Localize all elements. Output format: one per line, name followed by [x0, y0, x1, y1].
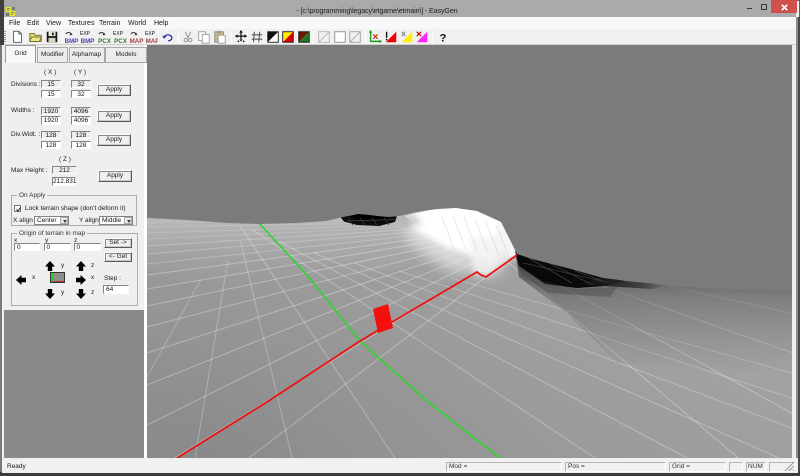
svg-text:BMP: BMP [65, 38, 79, 45]
svg-text:MAP: MAP [130, 38, 144, 45]
svg-text:EXP: EXP [145, 31, 156, 37]
svg-text:EXP: EXP [80, 31, 91, 37]
svg-text:BMP: BMP [81, 38, 95, 45]
svg-text:EXP: EXP [113, 31, 124, 37]
svg-text:PCX: PCX [98, 38, 112, 45]
svg-text:?: ? [440, 32, 447, 44]
svg-text:PCX: PCX [114, 38, 128, 45]
